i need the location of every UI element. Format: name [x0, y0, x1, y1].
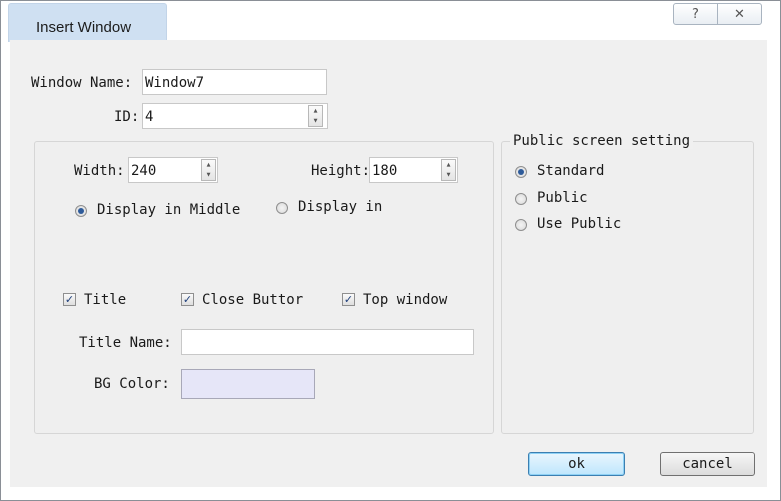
id-spinner[interactable]: ▲ ▼ — [308, 105, 323, 127]
window-title: Insert Window — [36, 19, 132, 36]
window-name-label: Window Name: — [31, 75, 133, 91]
width-spinner[interactable]: ▲ ▼ — [201, 159, 216, 181]
top-window-checkbox[interactable]: ✓ — [342, 293, 355, 306]
standard-label: Standard — [537, 163, 605, 179]
display-in-label: Display in — [298, 199, 383, 215]
window-name-input[interactable]: Window7 — [142, 69, 327, 95]
bg-color-label: BG Color: — [94, 376, 170, 392]
standard-radio[interactable] — [515, 166, 527, 178]
close-button-checkbox[interactable]: ✓ — [181, 293, 194, 306]
display-in-radio[interactable] — [276, 202, 288, 214]
display-middle-label: Display in Middle — [97, 202, 241, 218]
checkmark-icon: ✓ — [182, 293, 193, 306]
title-name-input[interactable] — [181, 329, 474, 355]
question-mark-icon: ? — [692, 6, 699, 22]
close-icon: ✕ — [734, 6, 745, 22]
checkmark-icon: ✓ — [343, 293, 354, 306]
top-window-checkbox-label: Top window — [363, 292, 448, 308]
ok-button-label: ok — [568, 456, 585, 472]
spin-up-icon: ▲ — [313, 107, 318, 114]
id-input[interactable]: 4 — [142, 103, 328, 129]
cancel-button-label: cancel — [682, 456, 733, 472]
width-value: 240 — [131, 163, 157, 179]
height-spinner[interactable]: ▲ ▼ — [441, 159, 456, 181]
spin-down-icon: ▼ — [206, 171, 211, 178]
public-screen-legend: Public screen setting — [510, 133, 694, 149]
window-name-value: Window7 — [145, 75, 205, 91]
title-checkbox[interactable]: ✓ — [63, 293, 76, 306]
spin-up-icon: ▲ — [446, 161, 451, 168]
close-button-checkbox-label: Close Buttor — [202, 292, 304, 308]
public-radio[interactable] — [515, 193, 527, 205]
public-screen-group — [501, 141, 754, 434]
ok-button[interactable]: ok — [528, 452, 625, 476]
close-button[interactable]: ✕ — [717, 3, 762, 25]
display-middle-radio[interactable] — [75, 205, 87, 217]
use-public-radio[interactable] — [515, 219, 527, 231]
bg-color-picker[interactable] — [181, 369, 315, 399]
spin-down-icon: ▼ — [446, 171, 451, 178]
title-bar: Insert Window ? ✕ — [1, 1, 778, 42]
title-checkbox-label: Title — [84, 292, 127, 308]
cancel-button[interactable]: cancel — [660, 452, 755, 476]
width-label: Width: — [74, 163, 125, 179]
use-public-label: Use Public — [537, 216, 622, 232]
checkmark-icon: ✓ — [64, 293, 75, 306]
height-value: 180 — [372, 163, 398, 179]
title-name-label: Title Name: — [79, 335, 172, 351]
height-label: Height: — [311, 163, 371, 179]
public-label: Public — [537, 190, 588, 206]
id-value: 4 — [145, 109, 154, 125]
help-button[interactable]: ? — [673, 3, 718, 25]
spin-up-icon: ▲ — [206, 161, 211, 168]
id-label: ID: — [114, 109, 140, 125]
spin-down-icon: ▼ — [313, 117, 318, 124]
